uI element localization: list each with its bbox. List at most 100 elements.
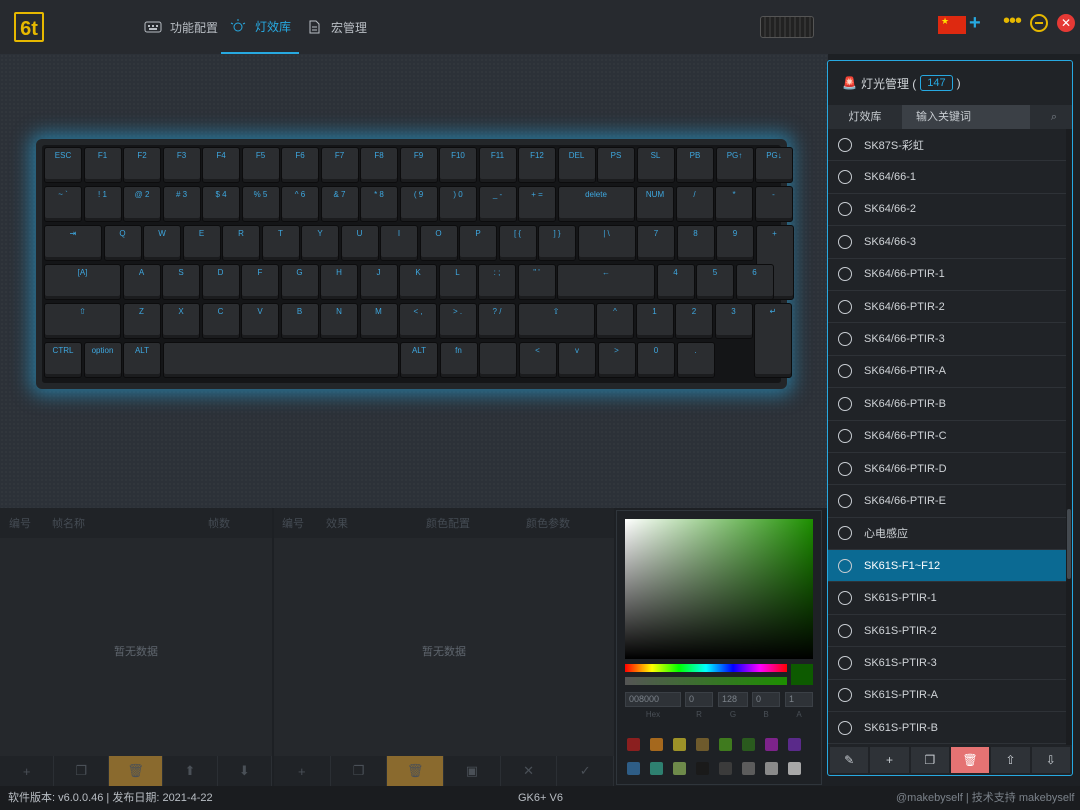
key[interactable]: * 8 [360,186,398,222]
delete-icon[interactable]: 🗑 [108,756,164,786]
keyboard-thumbnail[interactable] [760,16,814,38]
edit-icon[interactable]: ✎ [830,747,869,773]
key[interactable]: fn [439,342,478,378]
key[interactable]: F11 [478,147,517,183]
key[interactable]: N [320,303,358,339]
key[interactable]: PB [676,147,714,183]
key[interactable]: @ 2 [123,186,161,222]
effect-list-item[interactable]: SK64/66-3 [828,226,1066,259]
delete-icon[interactable]: 🗑 [387,756,445,786]
confirm-icon[interactable]: ✓ [557,756,615,786]
key[interactable]: ( 9 [399,186,438,222]
key[interactable] [162,342,399,378]
add-icon[interactable]: + [870,747,909,773]
key[interactable]: ) 0 [439,186,477,222]
color-swatch[interactable] [627,738,640,751]
import-icon[interactable]: ⇩ [1031,747,1070,773]
scrollbar-thumb[interactable] [1067,509,1071,579]
key[interactable]: L [438,264,477,300]
color-swatch[interactable] [696,738,709,751]
key[interactable]: ALT [123,342,161,378]
key[interactable]: | \ [577,225,636,261]
saturation-value-area[interactable] [625,519,813,659]
key[interactable]: ← [557,264,655,300]
key[interactable]: 0 [637,342,675,378]
add-device-icon[interactable]: + [969,12,981,35]
color-swatch[interactable] [765,738,778,751]
more-icon[interactable]: ••• [1003,10,1022,33]
key[interactable]: . [676,342,715,378]
key[interactable]: _ - [478,186,517,222]
effect-list-item[interactable]: SK64/66-PTIR-3 [828,323,1066,356]
key[interactable]: 6 [735,264,774,300]
key[interactable]: ↵ [754,303,792,378]
key[interactable]: A [122,264,161,300]
a-input[interactable]: 1 [785,692,813,707]
key[interactable]: P [459,225,497,261]
key[interactable]: [A] [44,264,121,300]
key[interactable]: V [241,303,279,339]
key[interactable]: F3 [162,147,201,183]
key[interactable]: delete [557,186,635,222]
key[interactable]: T [261,225,300,261]
move-down-icon[interactable]: ⬇ [218,756,273,786]
key[interactable]: F4 [202,147,240,183]
key[interactable]: [ { [498,225,537,261]
tab-light-library[interactable]: 灯效库 [221,0,300,54]
g-input[interactable]: 128 [718,692,748,707]
color-swatch[interactable] [788,762,801,775]
effect-list-item[interactable]: SK64/66-2 [828,194,1066,227]
key[interactable]: 2 [675,303,713,339]
key[interactable]: $ 4 [202,186,240,222]
key[interactable]: ] } [538,225,576,261]
effect-list-item[interactable]: SK64/66-1 [828,161,1066,194]
scrollbar[interactable] [1066,129,1072,745]
tab-macro[interactable]: 宏管理 [297,0,375,54]
key[interactable]: ⇥ [44,225,102,261]
key[interactable]: F2 [123,147,161,183]
key[interactable]: ⇧ [44,303,121,339]
key[interactable]: 7 [637,225,675,261]
color-swatch[interactable] [742,738,755,751]
key[interactable]: F1 [83,147,122,183]
key[interactable]: Z [122,303,161,339]
key[interactable]: ESC [44,147,82,183]
key[interactable]: J [359,264,398,300]
key[interactable]: ^ [596,303,634,339]
key[interactable]: D [201,264,240,300]
export-icon[interactable]: ⇧ [991,747,1030,773]
key[interactable]: > [597,342,636,378]
key[interactable]: 5 [696,264,734,300]
key[interactable]: > . [438,303,477,339]
hue-slider[interactable] [625,664,787,672]
effect-list-item[interactable]: SK61S-PTIR-2 [828,615,1066,648]
effect-list-item[interactable]: SK87S-彩虹 [828,129,1066,162]
effect-list-item[interactable]: SK64/66-PTIR-B [828,388,1066,421]
effect-list-item[interactable]: SK61S-PTIR-A [828,680,1066,713]
effect-list-item[interactable]: SK64/66-PTIR-D [828,453,1066,486]
effect-list-item[interactable]: SK61S-PTIR-1 [828,582,1066,615]
key[interactable]: v [558,342,596,378]
key[interactable]: Y [301,225,339,261]
color-swatch[interactable] [627,762,640,775]
key[interactable]: X [162,303,200,339]
key[interactable]: PS [597,147,635,183]
key[interactable]: F12 [518,147,556,183]
key[interactable]: ! 1 [83,186,122,222]
effect-list-item[interactable]: SK64/66-PTIR-2 [828,291,1066,324]
key[interactable]: DEL [557,147,596,183]
delete-icon[interactable]: 🗑 [950,747,990,773]
key[interactable]: F7 [320,147,359,183]
r-input[interactable]: 0 [685,692,713,707]
search-icon[interactable]: ⌕ [1034,105,1074,129]
effect-list-item[interactable]: SK61S-PTIR-3 [828,647,1066,680]
color-swatch[interactable] [673,762,686,775]
key[interactable]: ALT [400,342,438,378]
key[interactable]: F9 [399,147,438,183]
key[interactable]: CTRL [44,342,82,378]
key[interactable]: ^ 6 [281,186,319,222]
minimize-icon[interactable] [1030,14,1048,32]
key[interactable]: F5 [241,147,280,183]
color-swatch[interactable] [719,738,732,751]
key[interactable]: 3 [714,303,753,339]
